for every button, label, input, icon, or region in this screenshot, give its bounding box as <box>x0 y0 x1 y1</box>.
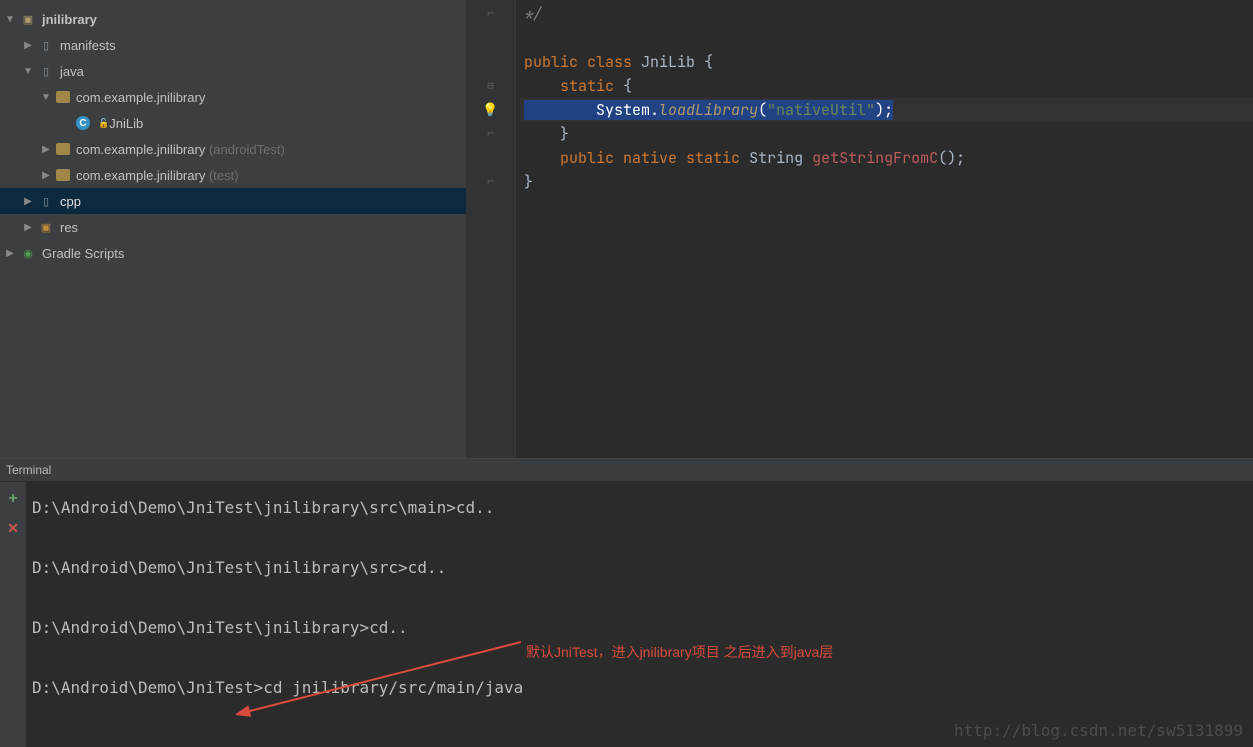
tree-item-gradle-scripts[interactable]: ▶ ◉ Gradle Scripts <box>0 240 466 266</box>
fold-start-icon: ⊟ <box>466 74 515 98</box>
tree-label: Gradle Scripts <box>42 246 124 261</box>
terminal-panel: Terminal + ✕ D:\Android\Demo\JniTest\jni… <box>0 458 1253 747</box>
chevron-right-icon: ▶ <box>4 247 16 259</box>
tree-label: manifests <box>60 38 116 53</box>
tree-item-jnilib-class[interactable]: C 🔓 JniLib <box>0 110 466 136</box>
tree-item-package-androidtest[interactable]: ▶ com.example.jnilibrary (androidTest) <box>0 136 466 162</box>
terminal-output[interactable]: D:\Android\Demo\JniTest\jnilibrary\src\m… <box>26 482 1253 747</box>
folder-icon: ▯ <box>38 63 54 79</box>
tree-item-res[interactable]: ▶ ▣ res <box>0 214 466 240</box>
package-icon <box>56 143 70 155</box>
tree-label: cpp <box>60 194 81 209</box>
module-icon: ▣ <box>20 11 36 27</box>
tree-item-package-test[interactable]: ▶ com.example.jnilibrary (test) <box>0 162 466 188</box>
code-line: */ <box>520 2 1253 26</box>
tree-item-package-main[interactable]: ▼ com.example.jnilibrary <box>0 84 466 110</box>
code-line: static { <box>520 74 1253 98</box>
tree-label: res <box>60 220 78 235</box>
folder-icon: ▯ <box>38 37 54 53</box>
new-session-icon[interactable]: + <box>8 490 17 508</box>
code-line: public native static String getStringFro… <box>520 146 1253 170</box>
terminal-tab[interactable]: Terminal <box>0 458 1253 482</box>
tree-label: com.example.jnilibrary (test) <box>76 168 239 183</box>
tree-label: JniLib <box>109 116 143 131</box>
package-icon <box>56 169 70 181</box>
terminal-toolbar: + ✕ <box>0 482 26 747</box>
chevron-right-icon: ▶ <box>22 39 34 51</box>
chevron-right-icon: ▶ <box>40 143 52 155</box>
terminal-line: D:\Android\Demo\JniTest\jnilibrary>cd.. <box>32 618 1247 638</box>
chevron-down-icon: ▼ <box>4 13 16 25</box>
terminal-tab-title: Terminal <box>6 463 51 477</box>
tree-label: com.example.jnilibrary <box>76 90 205 105</box>
code-line: } <box>520 170 1253 194</box>
chevron-right-icon: ▶ <box>22 195 34 207</box>
tree-label: java <box>60 64 84 79</box>
lock-icon: 🔓 <box>98 118 109 129</box>
res-folder-icon: ▣ <box>38 219 54 235</box>
fold-end-icon: ⌐ <box>466 122 515 146</box>
fold-end-icon: ⌐ <box>466 170 515 194</box>
chevron-right-icon: ▶ <box>22 221 34 233</box>
fold-end-icon: ⌐ <box>466 2 515 26</box>
code-line-selected: System.loadLibrary("nativeUtil"); <box>520 98 1253 122</box>
code-line <box>520 26 1253 50</box>
gradle-icon: ◉ <box>20 245 36 261</box>
watermark: http://blog.csdn.net/sw5131899 <box>954 721 1243 741</box>
tree-item-cpp[interactable]: ▶ ▯ cpp <box>0 188 466 214</box>
java-class-icon: C <box>76 116 90 130</box>
folder-icon: ▯ <box>38 193 54 209</box>
project-tree[interactable]: ▼ ▣ jnilibrary ▶ ▯ manifests ▼ ▯ java ▼ … <box>0 0 466 458</box>
close-session-icon[interactable]: ✕ <box>7 520 19 537</box>
tree-label: jnilibrary <box>42 12 97 27</box>
intention-bulb-icon[interactable]: 💡 <box>466 98 515 122</box>
tree-item-manifests[interactable]: ▶ ▯ manifests <box>0 32 466 58</box>
terminal-line: D:\Android\Demo\JniTest>cd jnilibrary/sr… <box>32 678 1247 698</box>
tree-root[interactable]: ▼ ▣ jnilibrary <box>0 6 466 32</box>
tree-label: com.example.jnilibrary (androidTest) <box>76 142 285 157</box>
terminal-line: D:\Android\Demo\JniTest\jnilibrary\src>c… <box>32 558 1247 578</box>
chevron-down-icon: ▼ <box>22 65 34 77</box>
package-icon <box>56 91 70 103</box>
code-editor[interactable]: ⌐ ⊟ 💡 ⌐ ⌐ */ public class JniLib { stati… <box>466 0 1253 458</box>
chevron-down-icon: ▼ <box>40 91 52 103</box>
tree-item-java[interactable]: ▼ ▯ java <box>0 58 466 84</box>
chevron-right-icon: ▶ <box>40 169 52 181</box>
editor-gutter: ⌐ ⊟ 💡 ⌐ ⌐ <box>466 0 516 458</box>
code-line: public class JniLib { <box>520 50 1253 74</box>
annotation-text: 默认JniTest，进入jnilibrary项目 之后进入到java层 <box>526 642 833 662</box>
code-line: } <box>520 122 1253 146</box>
code-area[interactable]: */ public class JniLib { static { System… <box>466 0 1253 194</box>
terminal-line: D:\Android\Demo\JniTest\jnilibrary\src\m… <box>32 498 1247 518</box>
